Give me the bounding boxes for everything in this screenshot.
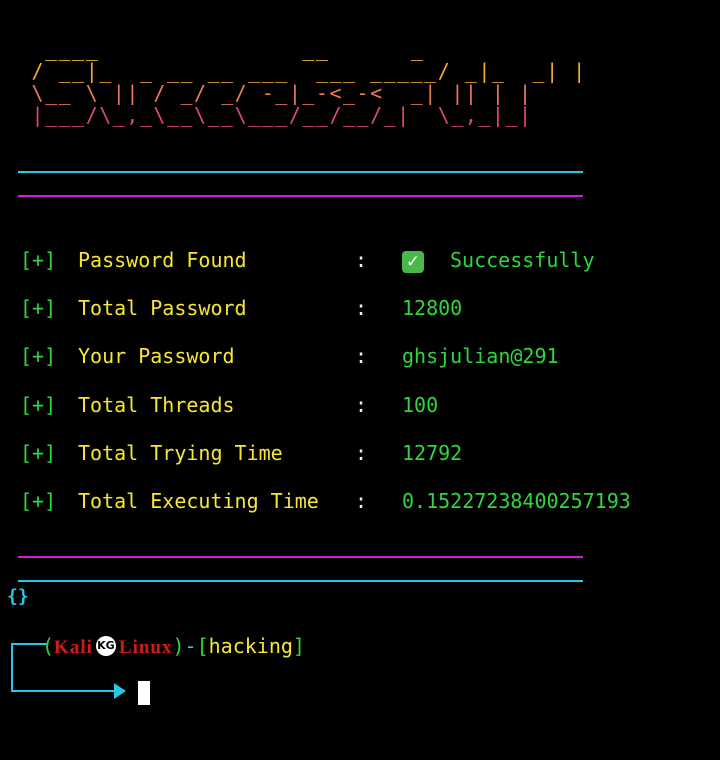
result-value: 100 [402,393,439,417]
prompt-arrow-shaft [11,690,117,692]
prompt-arrow-vertical [11,660,13,692]
logo-icon: KG [95,635,116,656]
result-label: Your Password [78,344,235,368]
banner-line: ____ __ _ [18,37,425,61]
result-value: Successfully [450,248,595,272]
prompt-open-paren: ( [42,634,55,658]
prompt-directory: hacking [208,634,293,658]
braces-glyph: {} [7,586,29,607]
result-value-wrap: ✓ Successfully [402,246,595,274]
result-colon: : [355,344,368,368]
prompt-close-paren: ) [172,634,185,658]
shell-prompt: (Kali KG Linux)-[hacking] [8,632,568,685]
result-colon: : [355,296,368,320]
divider-magenta-bottom [18,556,583,558]
result-tag: [+] [20,393,57,417]
result-tag: [+] [20,248,57,272]
result-tag: [+] [20,344,57,368]
result-value: 12792 [402,441,463,465]
result-label: Total Executing Time [78,489,319,513]
result-tag: [+] [20,441,57,465]
result-colon: : [355,248,368,272]
prompt-dash: - [184,634,197,658]
result-label: Password Found [78,248,247,272]
result-label: Total Threads [78,393,235,417]
success-ascii-banner: ____ __ _ / __|_ _ __ __ ___ ___ _____/ … [18,38,587,126]
result-value: ghsjulian@291 [402,344,559,368]
result-colon: : [355,441,368,465]
arrow-right-icon [114,683,126,699]
result-label: Total Password [78,296,247,320]
banner-line: / __|_ _ __ __ ___ ___ _____/ _|_ _| | [18,59,587,83]
prompt-host-part2: Linux [118,637,173,658]
result-label: Total Trying Time [78,441,283,465]
result-colon: : [355,393,368,417]
banner-line: \__ \ || / _/ _/ -_|_-<_-< _| || | | [18,81,533,105]
result-value: 0.15227238400257193 [402,489,631,513]
prompt-host-part1: Kali [54,637,93,658]
result-tag: [+] [20,296,57,320]
prompt-text: (Kali KG Linux)-[hacking] [42,632,305,662]
prompt-close-bracket: ] [292,634,305,658]
result-colon: : [355,489,368,513]
divider-cyan-top [18,171,583,173]
result-tag: [+] [20,489,57,513]
terminal-cursor[interactable] [138,681,150,705]
divider-cyan-bottom [18,580,583,582]
banner-line: |___/\_,_\__\__\___/__/__/_| \_,_|_| [18,103,533,127]
divider-magenta-top [18,195,583,197]
result-value: 12800 [402,296,463,320]
prompt-open-bracket: [ [196,634,209,658]
check-mark-icon: ✓ [402,250,424,273]
